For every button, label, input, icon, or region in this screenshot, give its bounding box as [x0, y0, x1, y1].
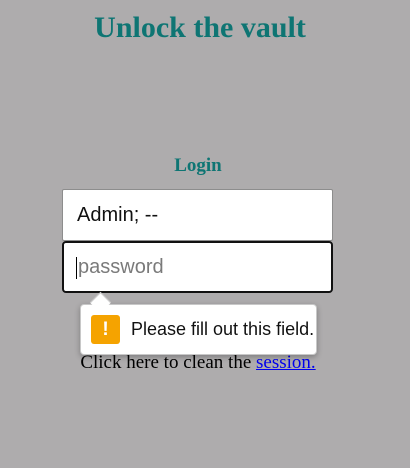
- session-link[interactable]: session.: [256, 352, 316, 373]
- text-caret: [76, 257, 77, 279]
- validation-tooltip: ! Please fill out this field.: [80, 304, 317, 355]
- tooltip-message: Please fill out this field.: [131, 319, 315, 339]
- username-value: Admin; --: [77, 203, 159, 226]
- clean-session-text: Click here to clean the: [80, 352, 257, 373]
- warning-icon: !: [91, 315, 120, 344]
- username-field[interactable]: Admin; --: [62, 189, 333, 241]
- clean-session-line: Click here to clean the session.: [0, 352, 396, 374]
- page-title: Unlock the vault: [94, 11, 306, 44]
- password-field[interactable]: [62, 241, 333, 293]
- login-heading: Login: [174, 155, 222, 176]
